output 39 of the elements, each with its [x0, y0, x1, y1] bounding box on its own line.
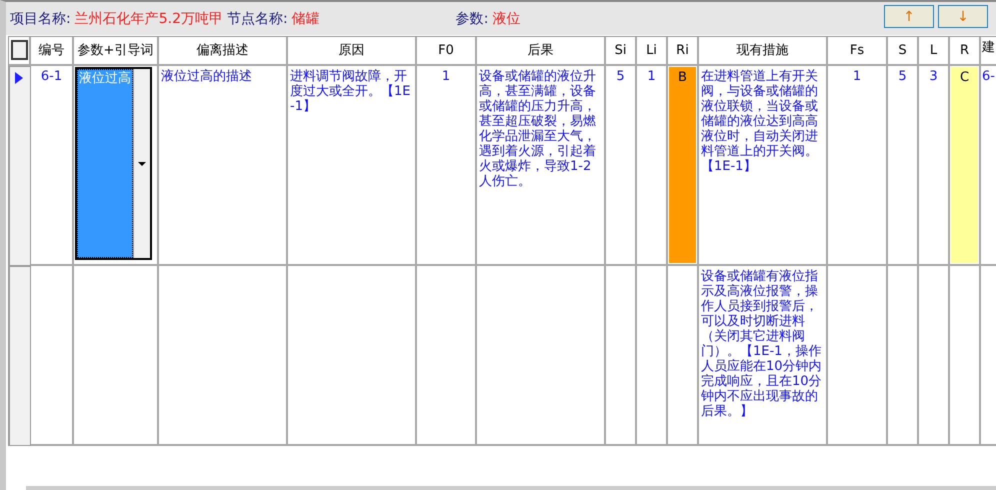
column-header: Fs: [828, 37, 888, 66]
project-name: 兰州石化年产5.2万吨甲: [74, 10, 223, 28]
move-button[interactable]: ↑: [884, 5, 934, 28]
column-header: 后果: [477, 37, 606, 66]
node-name: 储罐: [292, 10, 320, 28]
column-header: 编号: [31, 37, 74, 66]
f0-cell: 1: [417, 66, 477, 266]
row-header[interactable]: [9, 66, 31, 266]
cause-cell: 进料调节阀故障，开度过大或全开。【1E-1】: [288, 66, 417, 266]
measure-cell: 在进料管道上有开关阀，与设备或储罐的液位联锁，当设备或储罐的液位达到高高液位时，自动关闭进料管道上的开关阀。【1E-1】: [699, 66, 828, 266]
row-header[interactable]: [9, 266, 31, 446]
column-header: 现有措施: [699, 37, 828, 66]
deviation-cell: 液位过高的描述: [159, 66, 288, 266]
horizontal-scrollbar[interactable]: [26, 486, 996, 490]
si-cell: 5: [606, 66, 637, 266]
column-header: L: [919, 37, 950, 66]
caret-icon: [138, 162, 146, 166]
column-header: 建: [981, 37, 996, 66]
column-header: F0: [417, 37, 477, 66]
project-label: 项目名称:: [10, 10, 71, 28]
risk-level-cell: C: [951, 67, 978, 263]
s-cell: 5: [888, 66, 919, 266]
guide-word-dropdown[interactable]: 液位过高: [75, 67, 152, 260]
column-header: Li: [637, 37, 668, 66]
column-header: 原因: [288, 37, 417, 66]
consequence-cell: 设备或储罐的液位升高，甚至满罐，设备或储罐的压力升高，甚至超压破裂，易燃化学品泄漏至大气，遇到着火源，引起着火或爆炸，导致1-2人伤亡。: [477, 66, 606, 266]
select-all-box[interactable]: [11, 40, 28, 60]
parameter-value: 液位: [492, 10, 520, 28]
column-header: S: [888, 37, 919, 66]
column-header: Si: [606, 37, 637, 66]
current-row-icon: [15, 72, 23, 84]
fs-cell: 1: [828, 66, 888, 266]
measure-cell: 设备或储罐有液位指示及高液位报警，操作人员接到报警后，可以及时切断进料（关闭其它进料阀门）。【1E-1，操作人员应能在10分钟内完成响应，且在10分钟内不应出现事故的后果。】: [699, 266, 828, 446]
parameter-label: 参数:: [456, 10, 488, 28]
suggestion-cell: 6-: [981, 66, 996, 266]
risk-level-cell: B: [669, 67, 696, 263]
move-button[interactable]: ↓: [938, 5, 988, 28]
node-label: 节点名称:: [226, 10, 288, 28]
column-header: 偏离描述: [159, 37, 288, 66]
